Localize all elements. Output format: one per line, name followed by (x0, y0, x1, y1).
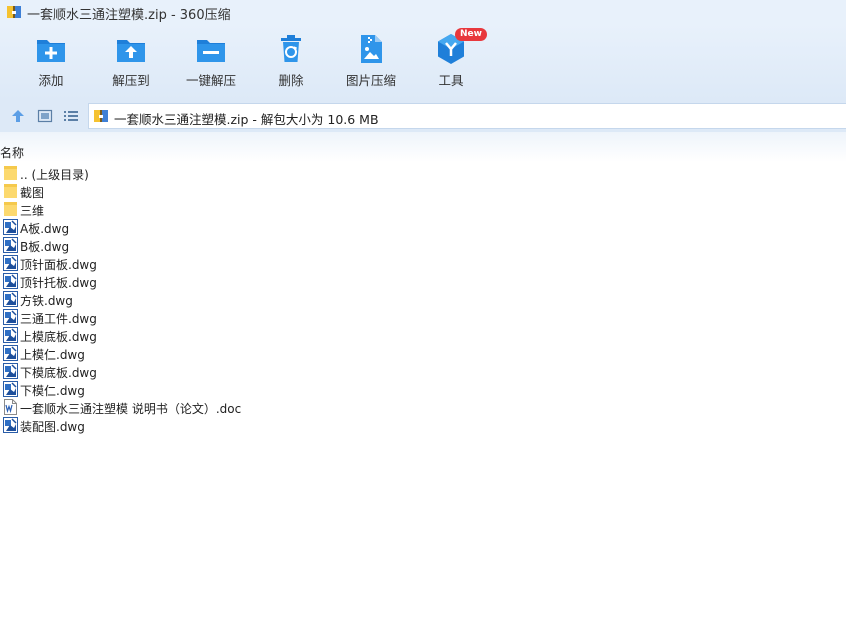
up-arrow-icon[interactable] (10, 108, 26, 124)
dwg-file-icon (3, 363, 18, 379)
file-row[interactable]: A板.dwg (0, 218, 846, 236)
new-badge: New (455, 28, 487, 41)
file-name: B板.dwg (20, 240, 70, 254)
dwg-file-icon (3, 273, 18, 289)
file-name: .. (上级目录) (20, 168, 89, 182)
folder-icon (4, 166, 17, 180)
dwg-file-icon (3, 291, 18, 307)
image-compress-label: 图片压缩 (345, 73, 396, 88)
word-document-icon (4, 399, 17, 415)
toolbar: 添加 解压到 一键解压 删除 图片压缩 New 工具 (0, 24, 846, 100)
file-name: 方铁.dwg (20, 294, 73, 308)
one-click-extract-icon (197, 40, 225, 62)
file-row[interactable]: 上模底板.dwg (0, 326, 846, 344)
file-name: A板.dwg (20, 222, 70, 236)
folder-row[interactable]: 三维 (0, 200, 846, 218)
file-name: 顶针托板.dwg (20, 276, 97, 290)
delete-icon (281, 35, 301, 62)
thumbnail-view-icon[interactable] (37, 108, 53, 124)
tools-label: 工具 (438, 73, 464, 88)
title-bar: 一套顺水三通注塑模.zip - 360压缩 (0, 0, 846, 24)
image-compress-button[interactable]: 图片压缩 (331, 34, 411, 94)
add-icon (37, 40, 65, 62)
delete-button[interactable]: 删除 (251, 34, 331, 94)
file-list-panel: 名称 .. (上级目录) 截图三维 A板.dwg B板.dwg 顶针面板.dwg 顶针托板… (0, 132, 846, 640)
file-list: .. (上级目录) 截图三维 A板.dwg B板.dwg 顶针面板.dwg 顶针托板.dw… (0, 164, 846, 434)
delete-label: 删除 (278, 73, 304, 88)
file-name: 装配图.dwg (20, 420, 85, 434)
file-name: 截图 (20, 186, 45, 200)
zip-archive-icon (94, 110, 108, 122)
file-name: 上模底板.dwg (20, 330, 97, 344)
archive-path-text: 一套顺水三通注塑模.zip - 解包大小为 10.6 MB (114, 112, 379, 127)
dwg-file-icon (3, 255, 18, 271)
folder-row[interactable]: 截图 (0, 182, 846, 200)
add-label: 添加 (38, 73, 64, 88)
file-name: 上模仁.dwg (20, 348, 85, 362)
window-title: 一套顺水三通注塑模.zip - 360压缩 (27, 8, 231, 23)
dwg-file-icon (3, 381, 18, 397)
folder-row[interactable]: .. (上级目录) (0, 164, 846, 182)
file-name: 下模仁.dwg (20, 384, 85, 398)
extract-to-icon (117, 40, 145, 62)
image-compress-icon (361, 35, 382, 63)
dwg-file-icon (3, 345, 18, 361)
tools-button[interactable]: New 工具 (411, 28, 491, 94)
file-name: 三通工件.dwg (20, 312, 97, 326)
add-button[interactable]: 添加 (11, 34, 91, 94)
dwg-file-icon (3, 417, 18, 433)
file-row[interactable]: 方铁.dwg (0, 290, 846, 308)
dwg-file-icon (3, 309, 18, 325)
folder-icon (4, 202, 17, 216)
file-name: 一套顺水三通注塑模 说明书（论文）.doc (20, 402, 242, 416)
dwg-file-icon (3, 219, 18, 235)
file-row[interactable]: 一套顺水三通注塑模 说明书（论文）.doc (0, 398, 846, 416)
one-click-extract-button[interactable]: 一键解压 (171, 34, 251, 94)
archive-app-icon (7, 6, 21, 18)
file-row[interactable]: 下模仁.dwg (0, 380, 846, 398)
file-row[interactable]: 顶针面板.dwg (0, 254, 846, 272)
address-bar[interactable]: 一套顺水三通注塑模.zip - 解包大小为 10.6 MB (88, 103, 846, 129)
file-name: 下模底板.dwg (20, 366, 97, 380)
list-view-icon[interactable] (63, 108, 79, 124)
file-name: 三维 (20, 204, 45, 218)
file-row[interactable]: 三通工件.dwg (0, 308, 846, 326)
folder-icon (4, 184, 17, 198)
one-click-extract-label: 一键解压 (185, 73, 236, 88)
column-header-name[interactable]: 名称 (0, 144, 24, 161)
dwg-file-icon (3, 237, 18, 253)
dwg-file-icon (3, 327, 18, 343)
file-row[interactable]: 上模仁.dwg (0, 344, 846, 362)
file-row[interactable]: 装配图.dwg (0, 416, 846, 434)
file-row[interactable]: 下模底板.dwg (0, 362, 846, 380)
extract-to-button[interactable]: 解压到 (91, 34, 171, 94)
extract-to-label: 解压到 (112, 73, 150, 88)
file-row[interactable]: B板.dwg (0, 236, 846, 254)
navigation-bar: 一套顺水三通注塑模.zip - 解包大小为 10.6 MB (0, 100, 846, 132)
file-row[interactable]: 顶针托板.dwg (0, 272, 846, 290)
file-name: 顶针面板.dwg (20, 258, 97, 272)
